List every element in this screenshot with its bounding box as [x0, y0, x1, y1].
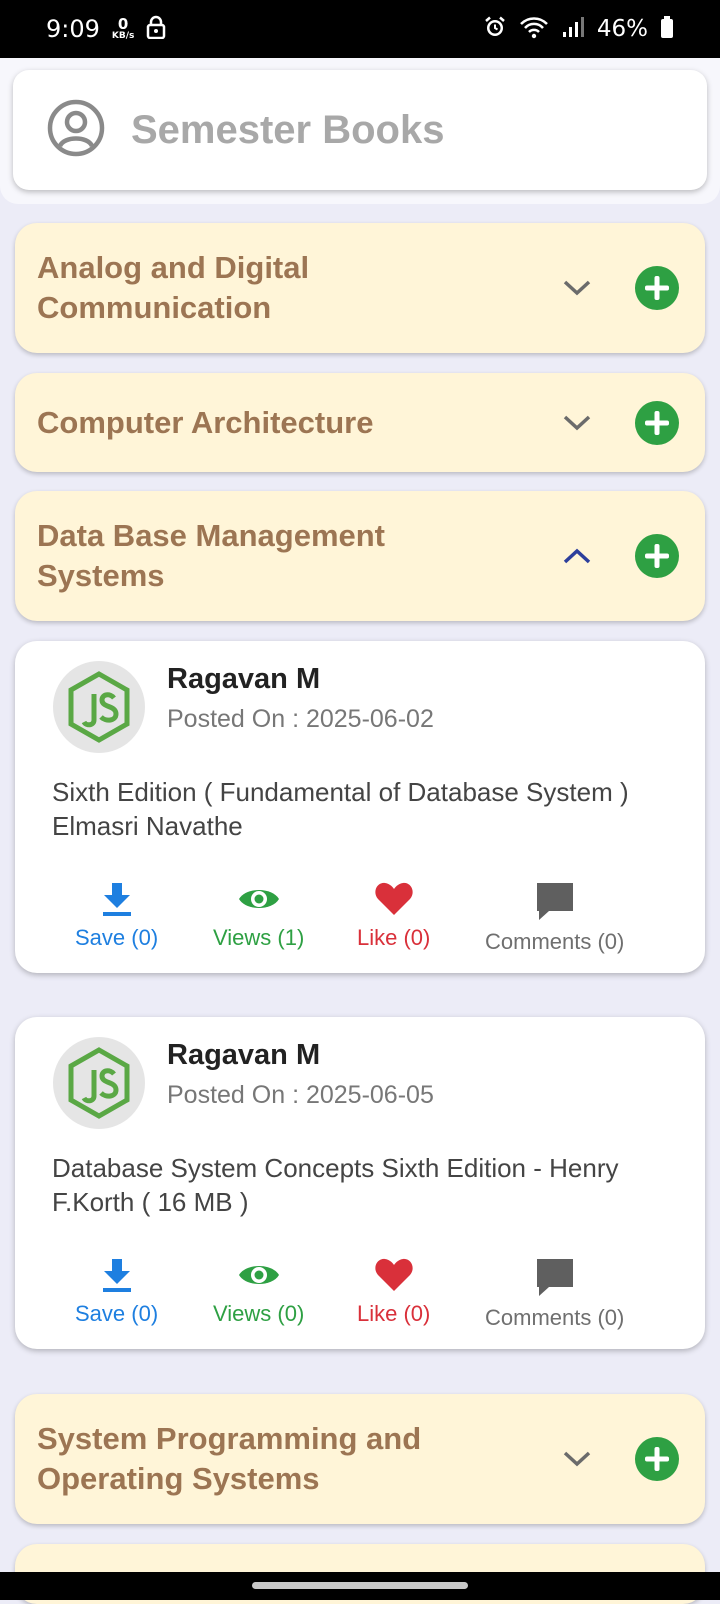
comments-button[interactable]: Comments (0)	[485, 881, 624, 955]
chevron-down-icon[interactable]	[562, 278, 592, 298]
eye-icon	[238, 1266, 279, 1284]
subject-analog-digital[interactable]: Analog and Digital Communication	[15, 223, 705, 353]
network-speed: 0 KB/s	[111, 15, 135, 41]
nodejs-logo-icon	[68, 1047, 130, 1119]
subject-system-programming[interactable]: System Programming and Operating Systems	[15, 1394, 705, 1524]
navigation-bar	[0, 1572, 720, 1600]
chevron-up-icon[interactable]	[562, 546, 592, 566]
like-button[interactable]: Like (0)	[357, 881, 430, 951]
download-icon	[102, 883, 131, 916]
subject-title: System Programming and Operating Systems	[37, 1421, 422, 1496]
status-bar: 9:09 0 KB/s 46%	[0, 0, 720, 58]
comment-icon	[536, 883, 573, 920]
heart-icon	[375, 1258, 413, 1291]
add-book-button[interactable]	[635, 266, 679, 310]
chevron-down-icon[interactable]	[562, 413, 592, 433]
signal-icon	[561, 15, 585, 43]
book-post[interactable]: Ragavan M Posted On : 2025-06-05 Databas…	[15, 1017, 705, 1349]
subject-title: Computer Architecture	[37, 404, 374, 440]
battery-icon	[660, 15, 674, 43]
nodejs-logo-icon	[68, 671, 130, 743]
book-post[interactable]: Ragavan M Posted On : 2025-06-02 Sixth E…	[15, 641, 705, 973]
header-card: Semester Books	[13, 70, 707, 190]
avatar	[53, 661, 145, 753]
subject-title: Data Base Management Systems	[37, 518, 386, 593]
post-description: Database System Concepts Sixth Edition -…	[52, 1153, 619, 1217]
add-book-button[interactable]	[635, 534, 679, 578]
add-book-button[interactable]	[635, 400, 679, 445]
home-handle[interactable]	[252, 1582, 468, 1589]
views-button[interactable]: Views (1)	[213, 881, 304, 951]
post-actions: Save (0) Views (0) Like (0) Comments (0)	[15, 1257, 705, 1337]
like-button[interactable]: Like (0)	[357, 1257, 430, 1327]
eye-icon	[238, 890, 279, 908]
page-title: Semester Books	[131, 107, 445, 152]
chevron-down-icon[interactable]	[562, 1449, 592, 1469]
lock-icon	[146, 15, 166, 43]
comments-button[interactable]: Comments (0)	[485, 1257, 624, 1331]
avatar	[53, 1037, 145, 1129]
post-date: Posted On : 2025-06-02	[167, 705, 434, 733]
add-book-button[interactable]	[635, 1437, 679, 1481]
post-date: Posted On : 2025-06-05	[167, 1081, 434, 1109]
post-author: Ragavan M	[167, 663, 321, 695]
battery-percent: 46%	[596, 16, 648, 42]
subject-computer-architecture[interactable]: Computer Architecture	[15, 373, 705, 472]
subject-dbms[interactable]: Data Base Management Systems	[15, 491, 705, 621]
download-icon	[102, 1259, 131, 1292]
subject-title: Analog and Digital Communication	[37, 250, 310, 325]
heart-icon	[375, 882, 413, 915]
header-area: Semester Books	[0, 58, 720, 204]
post-actions: Save (0) Views (1) Like (0) Comments (0)	[15, 881, 705, 961]
post-description: Sixth Edition ( Fundamental of Database …	[52, 777, 629, 841]
save-button[interactable]: Save (0)	[75, 881, 158, 951]
save-button[interactable]: Save (0)	[75, 1257, 158, 1327]
comment-icon	[536, 1259, 573, 1296]
status-time: 9:09	[46, 15, 100, 43]
wifi-icon	[519, 15, 549, 43]
user-circle-icon[interactable]	[47, 99, 105, 162]
views-button[interactable]: Views (0)	[213, 1257, 304, 1327]
post-author: Ragavan M	[167, 1039, 321, 1071]
alarm-icon	[483, 15, 507, 43]
